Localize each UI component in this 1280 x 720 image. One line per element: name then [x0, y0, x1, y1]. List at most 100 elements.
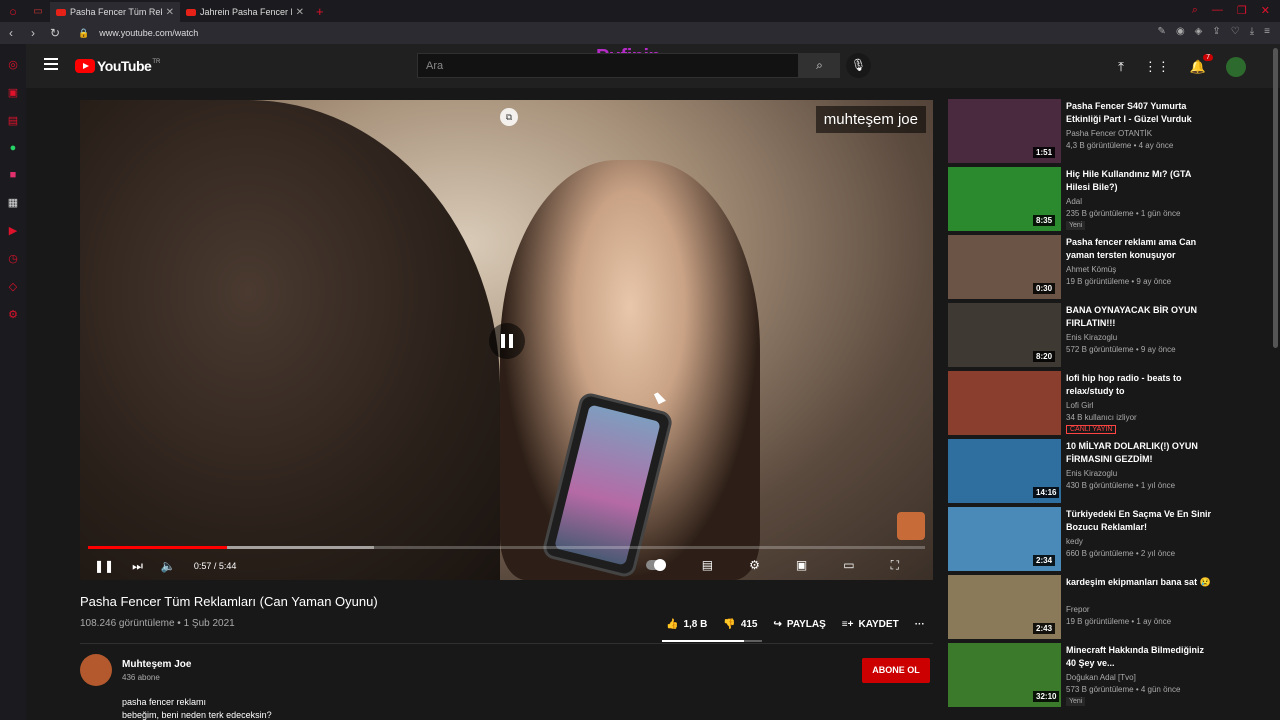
pause-icon[interactable]: ❚❚ [94, 559, 114, 573]
recommendation-title[interactable]: Türkiyedeki En Saçma Ve En Sinir Bozucu … [1066, 508, 1216, 534]
recommendation-title[interactable]: 10 MİLYAR DOLARLIK(!) OYUN FİRMASINI GEZ… [1066, 440, 1216, 466]
recommendation-title[interactable]: Pasha Fencer S407 Yumurta Etkinliği Part… [1066, 100, 1216, 126]
search-button[interactable]: ⌕ [799, 53, 840, 78]
recommendation-title[interactable]: Minecraft Hakkında Bilmediğiniz 40 Şey v… [1066, 644, 1216, 670]
twitch-icon[interactable]: ▤ [6, 114, 20, 127]
share-button[interactable]: ↪ PAYLAŞ [774, 619, 826, 630]
miniplayer-icon[interactable]: ▣ [796, 558, 807, 573]
minimize-icon[interactable]: — [1212, 4, 1223, 17]
youtube-logo[interactable]: YouTube TR [75, 58, 160, 74]
new-tab-icon[interactable]: + [316, 4, 324, 19]
page-scrollbar[interactable] [1273, 48, 1278, 348]
back-icon[interactable]: ‹ [0, 26, 22, 40]
voice-search-icon[interactable]: 🎙 [846, 53, 871, 78]
opera-menu-icon[interactable]: ○ [0, 0, 26, 22]
recommendation-channel[interactable]: Enis Kirazoglu [1066, 469, 1117, 478]
edit-icon[interactable]: ✎ [1158, 26, 1166, 37]
heart-icon[interactable]: ♡ [1231, 26, 1240, 37]
forward-icon[interactable]: › [22, 26, 44, 40]
volume-icon[interactable]: 🔈 [161, 559, 176, 573]
browser-tab[interactable]: Jahrein Pasha Fencer Mobil ✕ [180, 2, 310, 22]
subtitles-icon[interactable]: ▤ [702, 558, 713, 573]
fullscreen-icon[interactable]: ⛶ [891, 558, 899, 573]
bag-icon[interactable]: ▣ [6, 86, 20, 99]
search-tabs-icon[interactable]: ⌕ [1192, 4, 1198, 17]
autoplay-toggle[interactable] [645, 559, 666, 571]
account-avatar[interactable] [1226, 57, 1246, 77]
channel-name[interactable]: Muhteşem Joe [122, 659, 191, 670]
player-icon[interactable]: ▶ [6, 224, 20, 237]
history-icon[interactable]: ◷ [6, 252, 20, 265]
recommendation-title[interactable]: lofi hip hop radio - beats to relax/stud… [1066, 372, 1216, 398]
browser-tab-bar: ○ ▭ Pasha Fencer Tüm Reklamları ✕ Jahrei… [0, 0, 1280, 22]
browser-tab-active[interactable]: Pasha Fencer Tüm Reklamları ✕ [50, 2, 180, 22]
recommendation-item[interactable]: 32:10 Minecraft Hakkında Bilmediğiniz 40 … [948, 643, 1218, 711]
share-icon[interactable]: ⇪ [1212, 26, 1220, 37]
miniplayer-copy-icon[interactable]: ⧉ [500, 108, 518, 126]
search-input[interactable]: Ara [417, 53, 799, 78]
recommendation-item[interactable]: 8:20 BANA OYNAYACAK BİR OYUN FIRLATIN!!! E… [948, 303, 1218, 371]
recommendation-channel[interactable]: Enis Kirazoglu [1066, 333, 1117, 342]
reload-icon[interactable]: ↻ [44, 26, 66, 40]
channel-branding-icon[interactable] [897, 512, 925, 540]
channel-watermark[interactable]: muhteşem joe [815, 106, 926, 133]
close-tab-icon[interactable]: ✕ [296, 7, 304, 18]
subscribe-button[interactable]: ABONE OL [862, 658, 930, 683]
shield-icon[interactable]: ◈ [1195, 26, 1203, 37]
recommendation-channel[interactable]: Pasha Fencer OTANTİK [1066, 129, 1152, 138]
menu-icon[interactable]: ≡ [1264, 26, 1270, 37]
recommendation-item[interactable]: 2:43 kardeşim ekipmanları bana sat 😢 Frepo… [948, 575, 1218, 643]
save-button[interactable]: ≡+ KAYDET [842, 619, 899, 630]
maximize-icon[interactable]: ❐ [1237, 4, 1247, 17]
instagram-icon[interactable]: ■ [6, 169, 20, 181]
cube-icon[interactable]: ◇ [6, 280, 20, 293]
like-button[interactable]: 👍 1,8 B [666, 619, 707, 630]
video-thumbnail[interactable] [948, 371, 1061, 435]
recommendation-title[interactable]: Hiç Hile Kullandınız Mı? (GTA Hilesi Bil… [1066, 168, 1216, 194]
discord-icon[interactable]: ▦ [6, 196, 20, 209]
recommendation-title[interactable]: Pasha fencer reklamı ama Can yaman terst… [1066, 236, 1216, 262]
recommendation-channel[interactable]: Adal [1066, 197, 1082, 206]
channel-avatar[interactable] [80, 654, 112, 686]
close-window-icon[interactable]: ✕ [1261, 4, 1270, 17]
settings-gear-icon[interactable]: ⚙ [749, 558, 760, 573]
theater-mode-icon[interactable]: ▭ [843, 558, 854, 573]
recommendation-item[interactable]: lofi hip hop radio - beats to relax/stud… [948, 371, 1218, 439]
dislike-button[interactable]: 👎 415 [723, 619, 757, 630]
video-title: Pasha Fencer Tüm Reklamları (Can Yaman O… [80, 594, 378, 609]
notifications-icon[interactable]: 🔔 7 [1190, 54, 1213, 75]
recommendation-title[interactable]: kardeşim ekipmanları bana sat 😢 [1066, 576, 1216, 589]
youtube-play-icon [75, 59, 95, 73]
recommendation-item[interactable]: 0:30 Pasha fencer reklamı ama Can yaman t… [948, 235, 1218, 303]
more-actions-icon[interactable]: ··· [915, 619, 925, 630]
upload-icon[interactable]: ⤒ [1118, 59, 1124, 75]
settings-icon[interactable]: ⚙ [6, 308, 20, 321]
recommendation-channel[interactable]: Lofi Girl [1066, 401, 1094, 410]
whatsapp-icon[interactable]: ● [6, 142, 20, 154]
video-duration: 14:16 [1033, 487, 1060, 498]
recommendation-channel[interactable]: Frepor [1066, 605, 1090, 614]
pause-overlay-icon[interactable] [489, 323, 525, 359]
apps-icon[interactable]: ⋮⋮ [1144, 59, 1170, 75]
youtube-favicon-icon [56, 8, 66, 16]
progress-bar[interactable] [88, 546, 925, 549]
next-icon[interactable]: ⏭ [132, 559, 143, 574]
recommendation-meta: 660 B görüntüleme • 2 yıl önce [1066, 549, 1176, 558]
recommendation-item[interactable]: 1:51 Pasha Fencer S407 Yumurta Etkinliği … [948, 99, 1218, 167]
speed-dial-icon[interactable]: ◎ [6, 58, 20, 71]
recommendation-title[interactable]: BANA OYNAYACAK BİR OYUN FIRLATIN!!! [1066, 304, 1216, 330]
recommendation-channel[interactable]: kedy [1066, 537, 1083, 546]
recommendation-channel[interactable]: Doğukan Adal [Tvo] [1066, 673, 1136, 682]
camera-icon[interactable]: ◉ [1176, 26, 1185, 37]
tab-strip-icon[interactable]: ▭ [26, 6, 50, 17]
close-tab-icon[interactable]: ✕ [166, 7, 174, 18]
hamburger-menu-icon[interactable] [44, 58, 58, 70]
url-text[interactable]: www.youtube.com/watch [99, 28, 198, 38]
download-icon[interactable]: ⤓ [1250, 26, 1254, 37]
recommendation-item[interactable]: 14:16 10 MİLYAR DOLARLIK(!) OYUN FİRMASIN… [948, 439, 1218, 507]
video-player[interactable]: ⧉ muhteşem joe ❚❚ ⏭ 🔈 0:57 / 5:44 ▤ ⚙ ▣ … [80, 100, 933, 580]
recommendation-item[interactable]: 2:34 Türkiyedeki En Saçma Ve En Sinir Boz… [948, 507, 1218, 575]
like-ratio-bar [662, 640, 762, 642]
recommendation-item[interactable]: 8:35 Hiç Hile Kullandınız Mı? (GTA Hilesi… [948, 167, 1218, 235]
recommendation-channel[interactable]: Ahmet Kömüş [1066, 265, 1116, 274]
